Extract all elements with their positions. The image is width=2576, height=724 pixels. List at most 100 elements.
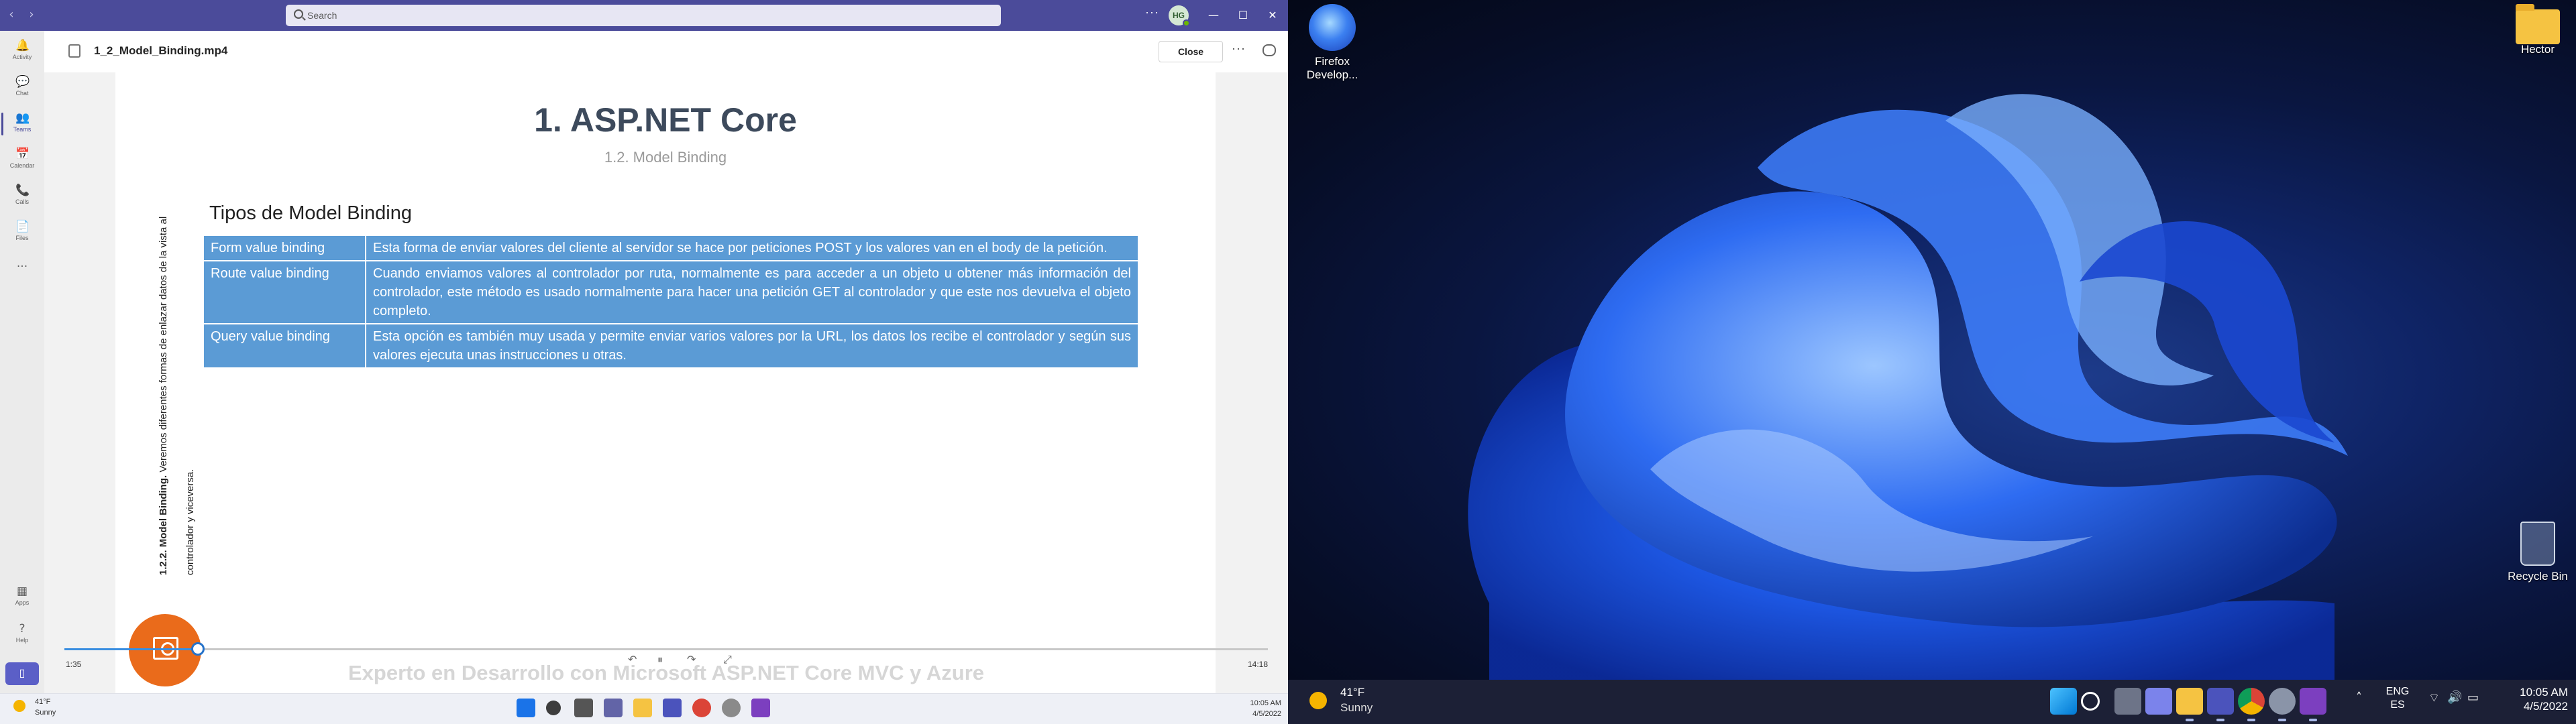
search-box[interactable] [286,5,1001,26]
firefox-developer-icon [1309,4,1356,51]
close-window-button[interactable]: ✕ [1263,5,1283,25]
mobile-phone-icon: ▯ [19,668,25,679]
taskbar-search-icon[interactable] [546,701,561,715]
start-icon[interactable] [2050,688,2077,715]
rail-more-apps[interactable]: ··· [0,257,44,278]
close-button[interactable]: Close [1159,41,1223,62]
rail-item-help[interactable]: ? Help [0,617,44,653]
avatar[interactable]: HG [1169,5,1190,27]
rail-label-chat: Chat [15,90,29,97]
section-title: Tipos de Model Binding [209,202,412,224]
settings-icon[interactable] [722,699,741,717]
help-icon: ? [19,622,25,636]
chat-icon: 💬 [15,75,30,88]
teams-chat-icon[interactable] [2145,688,2172,715]
folder-icon [2516,4,2560,44]
table-cell-type: Form value binding [203,235,366,261]
viewer-header: 1_2_Model_Binding.mp4 Close ··· [44,31,1288,72]
app-rail: 🔔 Activity 💬 Chat 👥 Teams 📅 Calendar 📞 C… [0,31,44,693]
volume-icon[interactable]: 🔊 [2447,690,2462,705]
desktop-icon-label: Firefox Develop... [1306,55,1358,81]
teams-app-icon[interactable] [2207,688,2234,721]
table-row: Query value binding Esta opción es tambi… [203,323,1139,369]
seek-bar[interactable] [64,642,1268,656]
minimize-button[interactable]: — [1203,5,1224,25]
wifi-icon[interactable]: ⌔ [2428,690,2440,706]
clock-left[interactable]: 10:05 AM 4/5/2022 [1241,698,1281,719]
rail-item-teams[interactable]: 👥 Teams [0,106,44,142]
rail-label-calls: Calls [15,198,29,205]
video-file-icon [68,44,80,58]
chrome-icon[interactable] [2238,688,2265,721]
rail-item-chat[interactable]: 💬 Chat [0,70,44,106]
seek-bar-fill [64,648,199,650]
rail-label-files: Files [15,235,29,241]
clock-right[interactable]: 10:05 AM 4/5/2022 [2504,685,2568,713]
settings-more-button[interactable]: ··· [1145,5,1159,19]
forward-icon[interactable]: ↷ [687,653,696,666]
search-input[interactable] [307,8,911,23]
language-indicator[interactable]: ENG ES [2384,685,2411,712]
task-view-icon[interactable] [574,699,593,717]
presence-available-icon [1183,19,1190,27]
visual-studio-icon[interactable] [2300,688,2326,721]
table-cell-desc: Esta opción es también muy usada y permi… [365,323,1139,369]
back-arrow-icon[interactable]: ‹ [4,7,19,22]
desktop-icon-firefox[interactable]: Firefox Develop... [1301,4,1363,82]
clock-left-time: 10:05 AM [1250,699,1281,707]
teams-app-icon[interactable] [663,699,682,717]
conversation-icon[interactable] [1263,44,1276,56]
desktop-icon-hector[interactable]: Hector [2507,4,2569,56]
seek-thumb[interactable] [191,642,205,656]
clock-left-date: 4/5/2022 [1252,710,1281,718]
table-row: Route value binding Cuando enviamos valo… [203,260,1139,324]
weather-condition: Sunny [35,709,56,717]
right-monitor-desktop: Firefox Develop... Hector Recycle Bin 41… [1288,0,2576,724]
course-watermark: Experto en Desarrollo con Microsoft ASP.… [348,661,984,684]
rewind-icon[interactable]: ↶ [628,653,637,666]
bloom-wallpaper [1468,94,2348,680]
rail-label-activity: Activity [12,54,32,60]
start-icon[interactable] [517,699,535,717]
desktop-icon-label: Recycle Bin [2508,570,2568,583]
apps-icon: ▦ [16,585,28,598]
visual-studio-icon[interactable] [751,699,770,717]
fullscreen-icon[interactable]: ⤢ [723,653,732,666]
forward-arrow-icon[interactable]: › [24,7,39,22]
weather-sun-icon[interactable] [1309,692,1327,709]
battery-icon[interactable]: ▭ [2467,690,2479,705]
slide-subtitle: 1.2. Model Binding [604,149,727,166]
search-icon [294,9,303,19]
teams-chat-icon[interactable] [604,699,623,717]
bell-icon: 🔔 [15,39,30,52]
clock-right-date: 4/5/2022 [2523,700,2568,713]
rail-item-calls[interactable]: 📞 Calls [0,178,44,215]
chrome-icon[interactable] [692,699,711,717]
phone-icon: 📞 [15,184,30,197]
rail-label-calendar: Calendar [9,162,35,169]
rail-item-activity[interactable]: 🔔 Activity [0,34,44,70]
taskbar-search-icon[interactable] [2081,692,2100,711]
video-player[interactable]: 1. ASP.NET Core 1.2. Model Binding 1.2.2… [44,72,1288,693]
task-view-icon[interactable] [2114,688,2141,715]
mobile-device-button[interactable]: ▯ [5,662,39,685]
rail-item-calendar[interactable]: 📅 Calendar [0,142,44,178]
file-explorer-icon[interactable] [2176,688,2203,721]
file-viewer: 1_2_Model_Binding.mp4 Close ··· 1. ASP.N… [44,31,1288,693]
settings-icon[interactable] [2269,688,2296,721]
play-pause-icon[interactable]: ⏸ [657,653,663,666]
table-cell-desc: Cuando enviamos valores al controlador p… [365,260,1139,324]
rail-item-files[interactable]: 📄 Files [0,215,44,251]
vertical-note-bold: 1.2.2. Model Binding. [158,475,169,575]
viewer-more-button[interactable]: ··· [1232,42,1246,56]
desktop-icon-recycle-bin[interactable]: Recycle Bin [2507,522,2569,583]
maximize-button[interactable]: ☐ [1233,5,1253,25]
table-cell-desc: Esta forma de enviar valores del cliente… [365,235,1139,261]
language-bottom: ES [2390,699,2405,711]
rail-item-apps[interactable]: ▦ Apps [0,579,44,615]
show-hidden-icons-chevron-up-icon[interactable]: ˄ [2356,690,2362,705]
weather-temp: 41°F [1340,686,1365,699]
weather-sun-icon[interactable] [13,700,25,712]
file-explorer-icon[interactable] [633,699,652,717]
language-top: ENG [2385,686,2410,697]
